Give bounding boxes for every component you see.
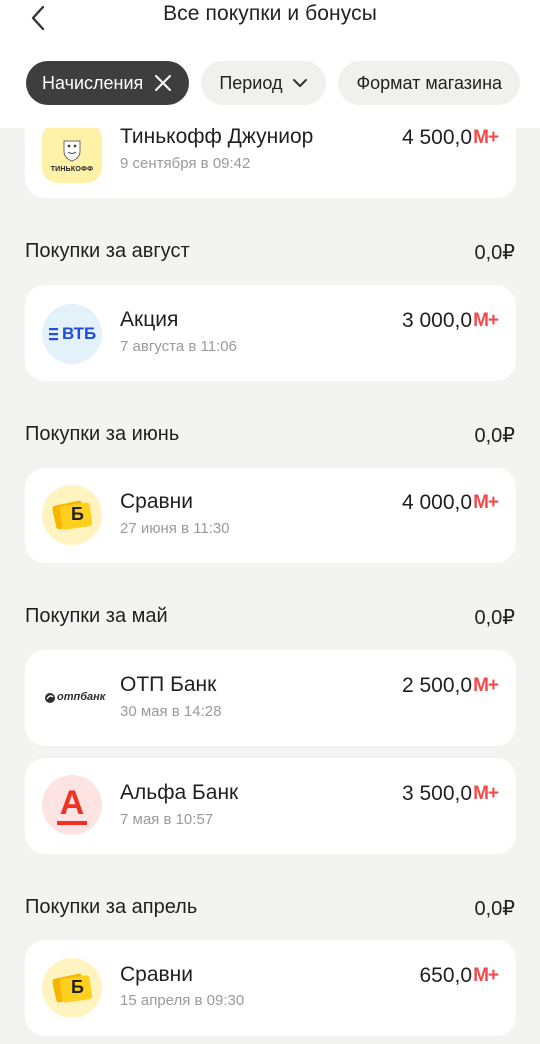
page-title: Все покупки и бонусы — [163, 2, 377, 25]
section-title: Покупки за июнь — [25, 423, 180, 445]
bonus-badge: М+ — [473, 783, 499, 804]
bonus-amount: 3 000,0 М+ — [401, 309, 499, 333]
bonus-amount-value: 4 000,0 — [401, 491, 473, 514]
section-title: Покупки за август — [25, 240, 190, 262]
bonus-amount-value: 4 500,0 — [401, 126, 473, 149]
transaction-datetime: 15 апреля в 09:30 — [120, 992, 245, 1009]
merchant-name: Тинькофф Джуниор — [120, 125, 314, 148]
transaction-card[interactable]: отпбанк ОТП Банк 30 мая в 14:28 2 500,0 … — [25, 650, 516, 746]
filter-chip-period[interactable]: Период — [201, 61, 327, 105]
section-sum: 0,0₽ — [474, 425, 515, 447]
filter-chip-label: Формат магазина — [356, 72, 503, 93]
section-sum: 0,0₽ — [474, 898, 515, 920]
top-bar: Все покупки и бонусы Начисления Период Ф… — [0, 0, 540, 128]
alfa-logo: А — [42, 775, 102, 835]
transaction-datetime: 7 мая в 10:57 — [120, 811, 214, 828]
merchant-name: ОТП Банк — [120, 673, 217, 696]
section-title: Покупки за май — [25, 605, 168, 627]
bonus-badge: М+ — [473, 675, 499, 696]
sravni-logo: Б — [42, 485, 102, 545]
transaction-card[interactable]: ВТБ Акция 7 августа в 11:06 3 000,0 М+ — [25, 285, 516, 381]
bonus-amount: 2 500,0 М+ — [401, 674, 499, 698]
transaction-datetime: 7 августа в 11:06 — [120, 338, 237, 355]
merchant-name: Сравни — [120, 490, 194, 513]
alfa-logo-text: А — [59, 784, 85, 822]
transaction-datetime: 9 сентября в 09:42 — [120, 155, 251, 172]
transaction-card[interactable]: Б Сравни 15 апреля в 09:30 650,0 М+ — [25, 940, 516, 1036]
sravni-logo-text: Б — [71, 977, 84, 997]
filter-chip-store-format[interactable]: Формат магазина — [338, 61, 521, 105]
bonus-amount: 3 500,0 М+ — [401, 782, 499, 806]
tinkoff-logo-text: ТИНЬКОФФ — [50, 166, 94, 173]
chevron-down-icon — [293, 79, 308, 87]
sravni-logo: Б — [42, 958, 102, 1018]
sravni-logo-text: Б — [71, 504, 84, 524]
merchant-name: Альфа Банк — [120, 781, 239, 804]
section-sum: 0,0₽ — [474, 242, 515, 264]
bonus-amount: 650,0 М+ — [420, 964, 499, 988]
transaction-card[interactable]: Б Сравни 27 июня в 11:30 4 000,0 М+ — [25, 468, 516, 563]
section-sum: 0,0₽ — [474, 607, 515, 629]
bonus-amount: 4 500,0 М+ — [401, 126, 499, 150]
filter-chips: Начисления Период Формат магазина — [26, 61, 521, 105]
bonus-amount-value: 2 500,0 — [401, 674, 473, 697]
bonus-amount-value: 650,0 — [419, 964, 473, 987]
filter-chip-label: Начисления — [42, 72, 144, 93]
bonus-amount-value: 3 000,0 — [401, 309, 473, 332]
transactions-list: ТИНЬКОФФ Тинькофф Джуниор 9 сентября в 0… — [0, 0, 540, 1044]
merchant-name: Акция — [120, 308, 179, 331]
vtb-logo-text: ВТБ — [62, 324, 97, 343]
bonus-amount-value: 3 500,0 — [401, 782, 473, 805]
tinkoff-logo: ТИНЬКОФФ — [42, 123, 102, 183]
section-title: Покупки за апрель — [25, 896, 198, 918]
transaction-datetime: 27 июня в 11:30 — [120, 520, 230, 537]
merchant-name: Сравни — [120, 963, 194, 986]
bonus-badge: М+ — [473, 310, 499, 331]
bonus-badge: М+ — [473, 127, 499, 148]
otp-logo-text: отпбанк — [57, 691, 106, 703]
bonus-badge: М+ — [473, 965, 499, 986]
bonus-amount: 4 000,0 М+ — [401, 491, 499, 515]
bonus-badge: М+ — [473, 492, 499, 513]
transaction-datetime: 30 мая в 14:28 — [120, 703, 222, 720]
otp-logo: отпбанк — [42, 668, 112, 728]
transaction-card[interactable]: А Альфа Банк 7 мая в 10:57 3 500,0 М+ — [25, 758, 516, 854]
vtb-logo: ВТБ — [42, 304, 102, 364]
filter-chip-accruals[interactable]: Начисления — [26, 61, 190, 105]
close-icon[interactable] — [153, 73, 173, 93]
filter-chip-label: Период — [219, 72, 283, 93]
